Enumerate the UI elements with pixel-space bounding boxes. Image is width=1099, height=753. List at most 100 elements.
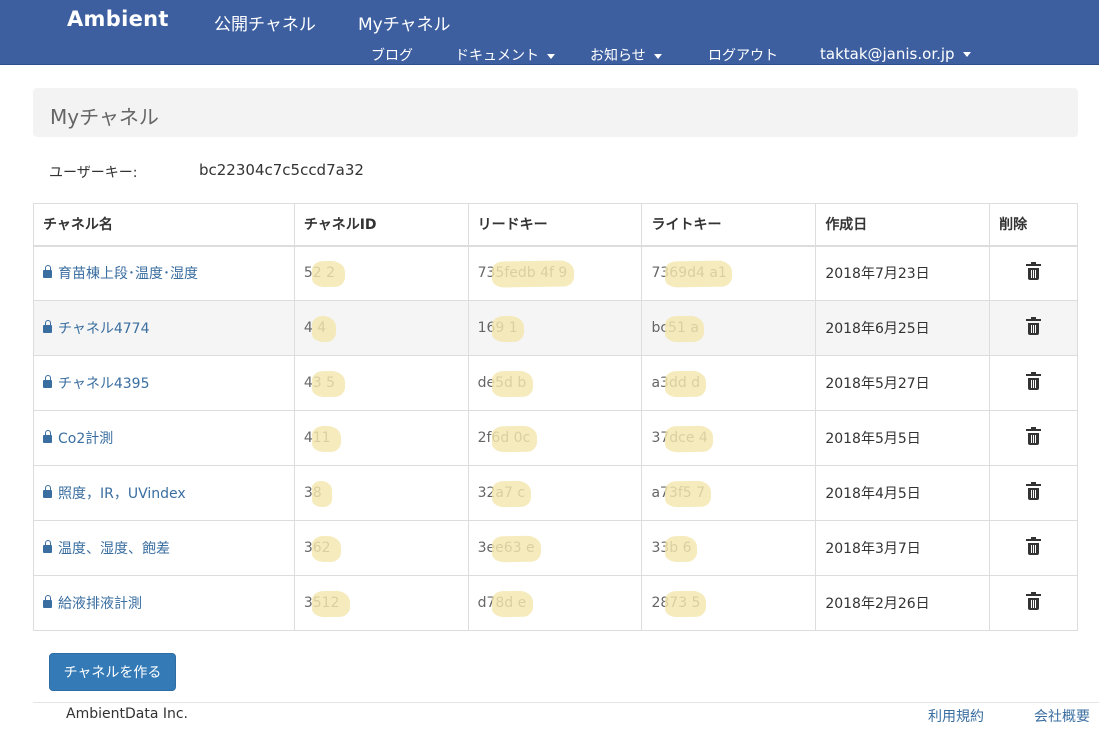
channel-id: 38 (303, 485, 322, 501)
nav-news-dropdown[interactable]: お知らせ (590, 45, 662, 65)
nav-user-label: taktak@janis.or.jp (820, 45, 955, 63)
channel-id-cell: 43 5 (293, 355, 469, 411)
write-key-cell: a3dd d (641, 355, 817, 411)
channel-id: 4 4 (303, 320, 327, 336)
channel-name: チャネル4774 (58, 321, 150, 337)
nav-blog[interactable]: ブログ (371, 45, 413, 65)
nav-logout[interactable]: ログアウト (708, 45, 778, 65)
channel-name: 温度、湿度、飽差 (58, 541, 170, 557)
write-key-cell: a73f5 7 (641, 465, 817, 521)
nav-docs-label: ドキュメント (455, 48, 539, 64)
created-date: 2018年7月23日 (815, 245, 991, 301)
read-key: de5d b (477, 375, 527, 391)
write-key: 7369d4 a1 (651, 265, 727, 282)
channel-id-cell: 38 (293, 465, 469, 521)
trash-icon[interactable] (1026, 482, 1042, 500)
write-key: a3dd d (651, 375, 701, 391)
created-date: 2018年4月5日 (815, 465, 991, 521)
lock-icon (43, 375, 52, 388)
create-channel-button[interactable]: チャネルを作る (49, 653, 176, 691)
top-navbar: Ambient 公開チャネル Myチャネル ブログ ドキュメント お知らせ ログ… (0, 0, 1099, 65)
table-row: 給液排液計測 3512 d78d e 2873 5 2018年2月26日 (33, 575, 1078, 631)
channel-name: 給液排液計測 (58, 596, 142, 612)
write-key: bc51 a (651, 320, 699, 336)
channel-link[interactable]: 照度，IR，UVindex (43, 485, 186, 502)
trash-icon[interactable] (1026, 592, 1042, 610)
header-delete: 削除 (989, 203, 1078, 247)
channel-link[interactable]: チャネル4395 (43, 375, 150, 392)
lock-icon (43, 430, 52, 443)
caret-down-icon (653, 53, 662, 59)
write-key: 2873 5 (651, 595, 701, 611)
write-key: a73f5 7 (651, 485, 706, 501)
user-key-label: ユーザーキー: (49, 165, 138, 181)
write-key-cell: 37dce 4 (641, 410, 817, 466)
delete-cell (989, 355, 1078, 411)
footer-divider (33, 702, 1099, 703)
channel-name-cell: チャネル4774 (33, 300, 295, 356)
trash-icon[interactable] (1026, 317, 1042, 335)
read-key: 735fedb 4f 9 (477, 265, 568, 282)
channel-name: チャネル4395 (58, 376, 150, 392)
lock-icon (43, 485, 52, 498)
table-header-row: チャネル名 チャネルID リードキー ライトキー 作成日 削除 (33, 203, 1078, 247)
page-header-panel: Myチャネル (33, 88, 1078, 137)
caret-down-icon (962, 52, 971, 57)
table-row: チャネル4395 43 5 de5d b a3dd d 2018年5月27日 (33, 355, 1078, 411)
nav-docs-dropdown[interactable]: ドキュメント (455, 45, 555, 65)
write-key: 33b 6 (651, 540, 692, 556)
channel-id: 43 5 (303, 375, 335, 391)
channel-name-cell: 育苗棟上段･温度･湿度 (33, 245, 295, 301)
footer-terms-link[interactable]: 利用規約 (928, 706, 984, 726)
channel-id: 3512 (303, 595, 340, 611)
lock-icon (43, 320, 52, 333)
trash-icon[interactable] (1026, 537, 1042, 555)
table-row: Co2計測 411 2f6d 0c 37dce 4 2018年5月5日 (33, 410, 1078, 466)
channel-id-cell: 362 (293, 520, 469, 576)
channel-link[interactable]: 温度、湿度、飽差 (43, 540, 170, 557)
channel-name-cell: チャネル4395 (33, 355, 295, 411)
channel-name-cell: 給液排液計測 (33, 575, 295, 631)
user-key-value: bc22304c7c5ccd7a32 (199, 161, 364, 179)
lock-icon (43, 265, 52, 279)
nav-public-channels[interactable]: 公開チャネル (214, 10, 316, 35)
delete-cell (989, 520, 1078, 576)
created-date: 2018年5月5日 (815, 410, 991, 466)
trash-icon[interactable] (1026, 372, 1042, 390)
created-date: 2018年6月25日 (815, 300, 991, 356)
nav-my-channels[interactable]: Myチャネル (358, 10, 451, 35)
channel-link[interactable]: 育苗棟上段･温度･湿度 (43, 265, 198, 282)
read-key-cell: d78d e (467, 575, 643, 631)
channel-link[interactable]: Co2計測 (43, 430, 113, 447)
channel-link[interactable]: 給液排液計測 (43, 595, 142, 612)
table-row: 温度、湿度、飽差 362 3ee63 e 33b 6 2018年3月7日 (33, 520, 1078, 576)
footer-about-link[interactable]: 会社概要 (1034, 706, 1090, 726)
trash-icon[interactable] (1026, 262, 1042, 281)
nav-user-dropdown[interactable]: taktak@janis.or.jp (820, 45, 971, 63)
lock-icon (43, 595, 52, 608)
channel-name-cell: 照度，IR，UVindex (33, 465, 295, 521)
delete-cell (989, 410, 1078, 466)
read-key: 169 1 (477, 320, 518, 336)
write-key-cell: 33b 6 (641, 520, 817, 576)
channel-name: 照度，IR，UVindex (58, 486, 186, 502)
lock-icon (43, 540, 52, 553)
write-key: 37dce 4 (651, 430, 708, 446)
caret-down-icon (547, 53, 555, 59)
read-key-cell: 2f6d 0c (467, 410, 643, 466)
channel-table: チャネル名 チャネルID リードキー ライトキー 作成日 削除 育苗棟上段･温度… (33, 203, 1078, 631)
write-key-cell: bc51 a (641, 300, 817, 356)
table-row: チャネル4774 4 4 169 1 bc51 a 2018年6月25日 (33, 300, 1078, 356)
channel-link[interactable]: チャネル4774 (43, 320, 150, 337)
delete-cell (989, 245, 1078, 301)
page-title: Myチャネル (50, 105, 159, 129)
channel-id-cell: 52 2 (293, 245, 469, 301)
write-key-cell: 7369d4 a1 (641, 245, 817, 301)
channel-id: 52 2 (303, 265, 335, 282)
channel-name-cell: 温度、湿度、飽差 (33, 520, 295, 576)
read-key: 2f6d 0c (477, 430, 531, 446)
brand-logo[interactable]: Ambient (67, 7, 169, 31)
created-date: 2018年2月26日 (815, 575, 991, 631)
nav-news-label: お知らせ (590, 48, 646, 64)
trash-icon[interactable] (1026, 427, 1042, 445)
